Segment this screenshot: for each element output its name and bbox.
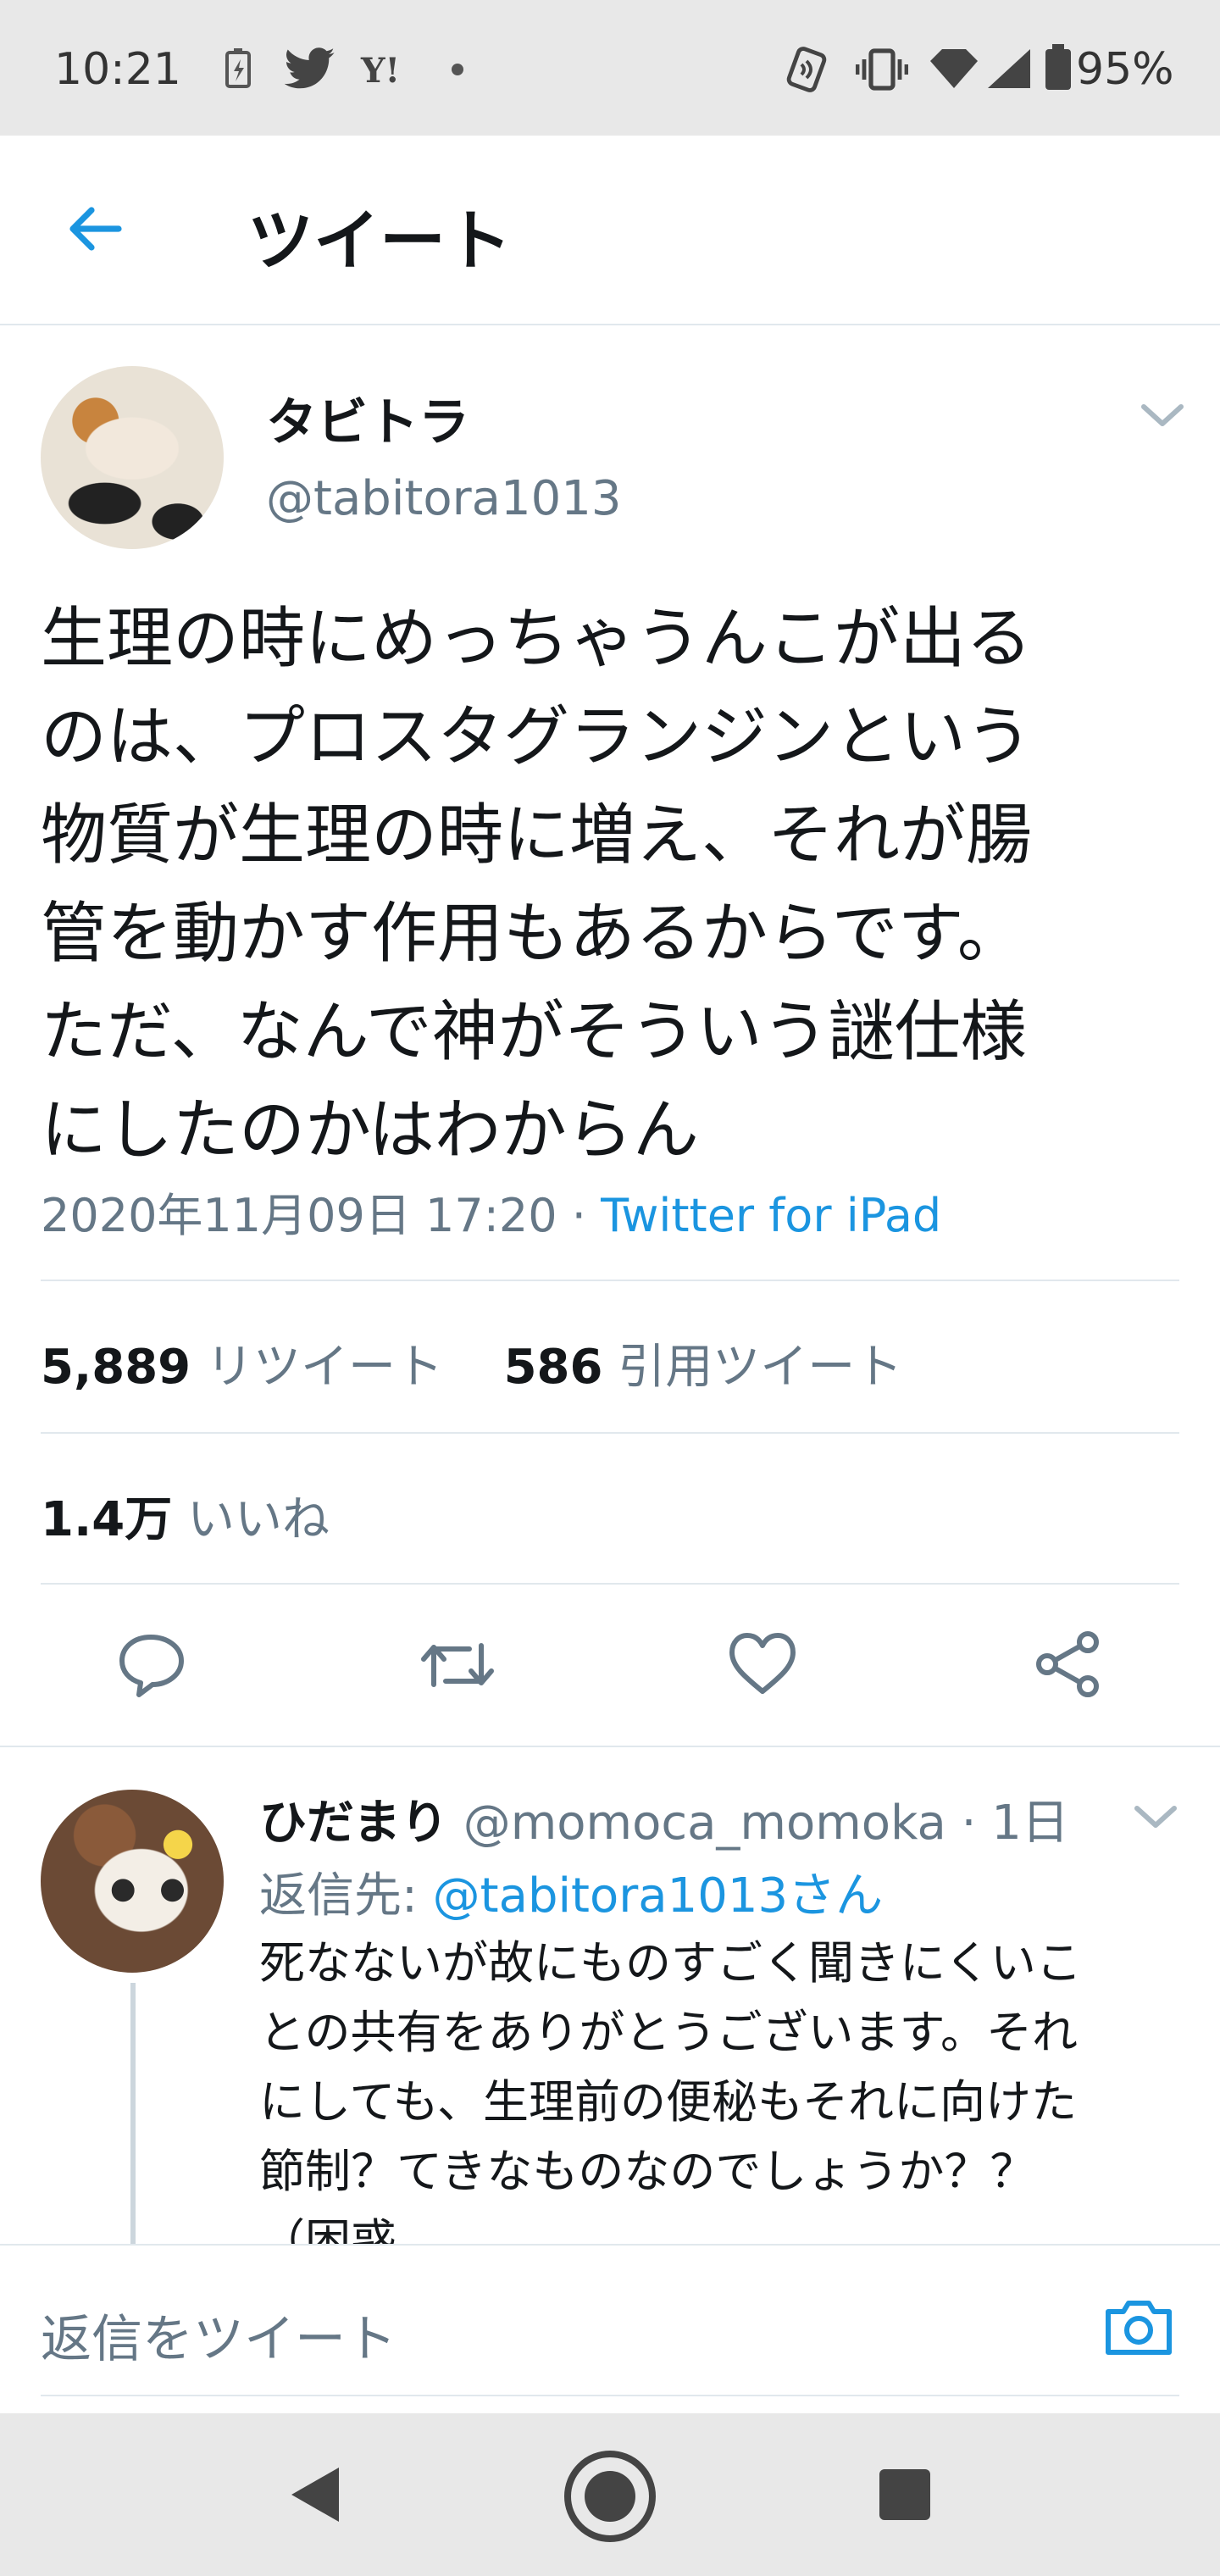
reply-time: · 1日 [946, 1796, 1069, 1851]
tweet-text-line: ただ、なんで神がそういう謎仕様 [41, 994, 1027, 1070]
author-handle[interactable]: @tabitora1013 [266, 471, 621, 526]
top-app-bar: ツイート [0, 136, 1220, 325]
back-triangle-icon[interactable] [285, 2462, 346, 2527]
wifi-icon [930, 49, 978, 88]
tweet-timestamp[interactable]: 2020年11月09日 17:20 [41, 1189, 557, 1242]
recents-square-icon[interactable] [876, 2466, 934, 2523]
reply-header: ひだまり @momoca_momoka · 1日 [259, 1785, 1069, 1853]
likes-label[interactable]: いいね [187, 1492, 330, 1547]
divider [41, 1280, 1179, 1281]
tweet-text-line: 物質が生理の時に増え、それが腸 [41, 797, 1033, 874]
reply-text-line: にしても、生理前の便秘もそれに向けた [259, 2075, 1077, 2129]
reply-text-line: 節制？てきなものなのでしょうか？？ [259, 2145, 1036, 2198]
yahoo-icon: Y! [361, 51, 401, 91]
retweets-label[interactable]: リツイート [206, 1340, 443, 1395]
tweet-text-line: のは、プロスタグランジンという [41, 699, 1033, 775]
tweet-meta: 2020年11月09日 17:20 · Twitter for iPad [41, 1178, 941, 1245]
meta-separator: · [557, 1189, 602, 1242]
page-title: ツイート [247, 203, 513, 280]
system-nav-bar [0, 2413, 1220, 2576]
quotes-label[interactable]: 引用ツイート [618, 1340, 902, 1395]
reply-compose-bar: 返信をツイート [0, 2244, 1220, 2407]
dot-icon [452, 64, 463, 75]
tweet-source-link[interactable]: Twitter for iPad [601, 1189, 941, 1242]
battery-percent: 95% [1076, 44, 1174, 95]
divider [0, 1746, 1220, 1747]
chevron-down-icon[interactable] [1139, 398, 1186, 432]
like-stats: 1.4万 いいね [41, 1481, 330, 1550]
reply-compose-input[interactable]: 返信をツイート [41, 2298, 396, 2372]
reply-icon[interactable] [115, 1630, 188, 1698]
tweet-text-line: 管を動かす作用もあるからです。 [41, 896, 1023, 972]
back-arrow-icon[interactable] [61, 195, 129, 263]
tweet-text-line: にしたのかはわからん [41, 1092, 699, 1169]
home-circle-icon[interactable] [561, 2447, 659, 2545]
quotes-count[interactable]: 586 [504, 1340, 603, 1395]
tweet-text: 生理の時にめっちゃうんこが出る のは、プロスタグランジンという 物質が生理の時に… [41, 590, 1193, 1180]
status-time: 10:21 [54, 44, 181, 95]
vibrate-icon [856, 48, 908, 91]
likes-count[interactable]: 1.4万 [41, 1492, 172, 1547]
share-icon[interactable] [1032, 1630, 1103, 1698]
signal-icon [988, 49, 1030, 88]
reply-text-line: 死なないが故にものすごく聞きにくいこ [259, 1936, 1082, 1990]
reply-display-name[interactable]: ひだまり [259, 1796, 448, 1851]
status-bar: 10:21 Y! 95% [0, 0, 1220, 136]
battery-saver-icon [225, 48, 251, 88]
twitter-bird-icon [285, 47, 335, 89]
author-display-name[interactable]: タビトラ [266, 381, 469, 455]
tweet-text-line: 生理の時にめっちゃうんこが出る [41, 601, 1033, 677]
retweet-stats: 5,889 リツイート 586 引用ツイート [41, 1329, 902, 1397]
replying-to-label: 返信先: [259, 1868, 433, 1924]
reply-text: 死なないが故にものすごく聞きにくいこ との共有をありがとうございます。それ にし… [259, 1929, 1200, 2244]
reply-avatar[interactable] [41, 1790, 224, 1973]
divider [41, 1583, 1179, 1585]
thread-line [130, 1983, 136, 2244]
chevron-down-icon[interactable] [1132, 1800, 1179, 1834]
camera-icon[interactable] [1103, 2296, 1174, 2357]
like-icon[interactable] [727, 1630, 798, 1696]
reply-handle[interactable]: @momoca_momoka [463, 1796, 946, 1851]
divider [41, 2395, 1179, 2396]
nfc-icon [786, 47, 827, 92]
author-avatar[interactable] [41, 366, 224, 549]
retweets-count[interactable]: 5,889 [41, 1340, 191, 1395]
replying-to-link[interactable]: @tabitora1013さん [433, 1868, 883, 1924]
retweet-icon[interactable] [419, 1634, 496, 1696]
reply-text-line: との共有をありがとうございます。それ [259, 2006, 1079, 2059]
replying-to: 返信先: @tabitora1013さん [259, 1857, 883, 1926]
divider [41, 1432, 1179, 1434]
battery-icon [1045, 44, 1071, 90]
reply-text-line: （困惑 [259, 2214, 396, 2244]
